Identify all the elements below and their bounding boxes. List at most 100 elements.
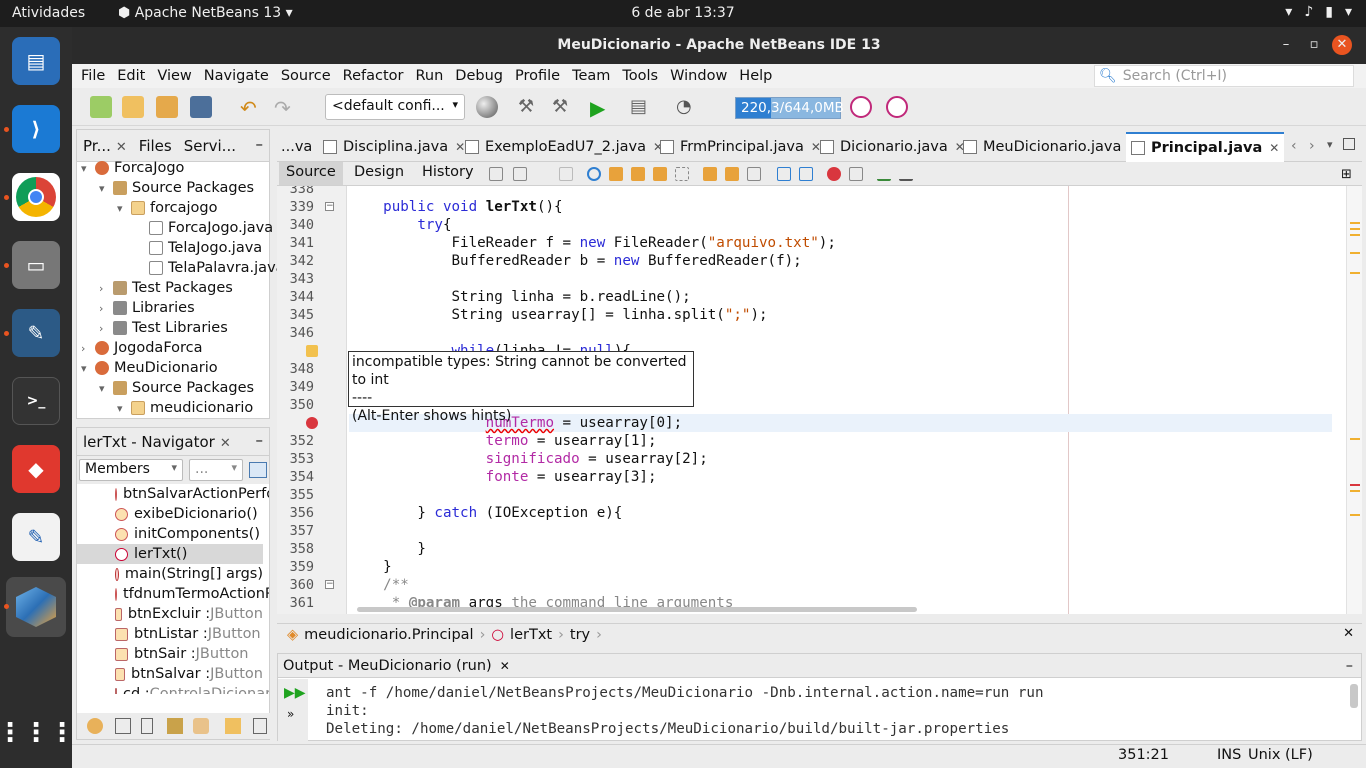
menu-source[interactable]: Source <box>275 68 337 84</box>
filter-nonpublic-icon[interactable] <box>141 718 153 734</box>
menu-debug[interactable]: Debug <box>449 68 509 84</box>
scroll-tabs-right-icon[interactable]: › <box>1309 138 1315 154</box>
list-item[interactable]: btnSalvar : JButton <box>77 664 263 684</box>
menu-file[interactable]: File <box>72 68 111 84</box>
filter-lock-icon[interactable] <box>167 718 183 734</box>
uncomment-icon[interactable] <box>899 167 913 181</box>
previous-bookmark-icon[interactable] <box>703 167 717 181</box>
open-project-icon[interactable] <box>156 96 178 118</box>
breadcrumb-item[interactable]: lerTxt <box>510 627 552 643</box>
tree-item[interactable]: ForcaJogo.java <box>149 218 273 238</box>
search-field[interactable]: 🔍︎ Search (Ctrl+I) <box>1094 65 1354 87</box>
tab-services[interactable]: Servi... <box>178 137 242 155</box>
undo-icon[interactable]: ↶ <box>240 96 262 120</box>
build-icon[interactable]: ⚒ <box>518 96 540 118</box>
list-item[interactable]: cd : ControlaDicionario <box>77 684 269 694</box>
tab-editor-file[interactable]: MeuDicionario.java✕ <box>963 132 1138 162</box>
members-select[interactable]: Members ▾ <box>79 459 183 481</box>
tab-files[interactable]: Files <box>133 137 178 155</box>
tree-item[interactable]: › Libraries <box>99 298 195 318</box>
tree-item[interactable]: ▾ forcajogo <box>117 198 217 218</box>
browser-icon[interactable] <box>476 96 498 118</box>
list-item[interactable]: btnSalvarActionPerformed <box>77 484 269 504</box>
files-icon[interactable]: ▭ <box>12 241 60 289</box>
next-bookmark-icon[interactable] <box>725 167 739 181</box>
tree-item[interactable]: ▾ meudicionario <box>117 398 253 418</box>
list-item[interactable]: initComponents() <box>77 524 263 544</box>
terminal-icon[interactable]: >_ <box>12 377 60 425</box>
find-icon[interactable] <box>587 167 601 181</box>
tab-navigator[interactable]: lerTxt - Navigator ✕ <box>77 433 237 451</box>
warning-mark[interactable] <box>1350 228 1360 230</box>
shift-right-icon[interactable] <box>799 167 813 181</box>
caret-position[interactable]: 351:21 <box>1118 747 1169 763</box>
rerun-icon[interactable]: ▶▶ <box>284 685 306 701</box>
close-icon[interactable]: ✕ <box>1343 626 1354 641</box>
fold-toggle-icon[interactable]: − <box>325 202 334 211</box>
app-menu[interactable]: ⬢ Apache NetBeans 13 ▾ <box>118 5 293 21</box>
warning-mark[interactable] <box>1350 490 1360 492</box>
sort-alpha-icon[interactable] <box>253 718 267 734</box>
tab-list-icon[interactable]: ▾ <box>1327 138 1333 151</box>
run-icon[interactable]: ▶ <box>590 96 612 120</box>
horizontal-scrollbar[interactable] <box>357 607 917 612</box>
warning-icon[interactable] <box>306 345 318 357</box>
tree-item[interactable]: TelaPalavra.java <box>149 258 285 278</box>
error-icon[interactable] <box>306 417 318 429</box>
warning-mark[interactable] <box>1350 222 1360 224</box>
title-bar[interactable]: MeuDicionario - Apache NetBeans IDE 13 –… <box>72 27 1366 64</box>
tab-editor-file[interactable]: FrmPrincipal.java ✕ <box>660 132 821 162</box>
start-macro-icon[interactable] <box>827 167 841 181</box>
design-view-button[interactable]: Design <box>347 162 411 185</box>
anydesk-icon[interactable]: ◆ <box>12 445 60 493</box>
clean-build-icon[interactable]: ⚒ <box>552 96 574 118</box>
list-item[interactable]: exibeDicionario() <box>77 504 263 524</box>
tree-item[interactable]: › Test Packages <box>99 278 233 298</box>
back-icon[interactable] <box>513 167 527 181</box>
tree-item[interactable]: › JogodaForca <box>81 338 203 358</box>
tree-item[interactable]: ▾ ForcaJogo <box>81 158 184 178</box>
tree-item[interactable]: ▾ Source Packages <box>99 178 254 198</box>
find-next-icon[interactable] <box>631 167 645 181</box>
scroll-tabs-left-icon[interactable]: ‹ <box>1291 138 1297 154</box>
new-file-icon[interactable] <box>90 96 112 118</box>
error-stripe[interactable] <box>1346 186 1362 614</box>
menu-refactor[interactable]: Refactor <box>337 68 410 84</box>
line-ending[interactable]: Unix (LF) <box>1248 747 1313 763</box>
configuration-select[interactable]: <default confi... ▾ <box>325 94 465 120</box>
output-tab[interactable]: Output - MeuDicionario (run) ✕ – <box>278 654 1361 678</box>
toggle-bookmark-icon[interactable] <box>747 167 761 181</box>
redo-icon[interactable]: ↷ <box>274 96 296 120</box>
tab-editor-principal[interactable]: Principal.java ✕ <box>1126 132 1285 162</box>
save-all-icon[interactable] <box>190 96 212 118</box>
more-actions-icon[interactable]: » <box>287 707 294 721</box>
last-edit-icon[interactable] <box>489 167 503 181</box>
minimize-panel-icon[interactable]: – <box>1346 658 1353 674</box>
breadcrumb-item[interactable]: try <box>570 627 590 643</box>
list-item[interactable]: tfdnumTermoActionPerformed <box>77 584 269 604</box>
close-icon[interactable]: ✕ <box>500 659 510 673</box>
history-view-button[interactable]: History <box>415 162 481 185</box>
clock[interactable]: 6 de abr 13:37 <box>631 5 734 21</box>
tree-item[interactable]: › Test Libraries <box>99 318 228 338</box>
close-icon[interactable]: ✕ <box>455 140 465 154</box>
text-editor-icon[interactable]: ✎ <box>12 513 60 561</box>
split-editor-icon[interactable]: ⊞ <box>1341 167 1355 182</box>
source-view-button[interactable]: Source <box>279 162 343 185</box>
menu-team[interactable]: Team <box>566 68 616 84</box>
profile-icon[interactable]: ◔ <box>676 96 698 118</box>
warning-mark[interactable] <box>1350 252 1360 254</box>
vertical-scrollbar[interactable] <box>1350 684 1358 708</box>
list-item[interactable]: lerTxt() <box>77 544 263 564</box>
tab-editor-file[interactable]: Disciplina.java ✕ <box>323 132 465 162</box>
close-icon[interactable]: ✕ <box>220 436 231 451</box>
filter-inherited-icon[interactable] <box>193 718 209 734</box>
menu-view[interactable]: View <box>151 68 197 84</box>
list-item[interactable]: main(String[] args) <box>77 564 263 584</box>
maximize-editor-icon[interactable] <box>1343 138 1355 150</box>
breadcrumb-item[interactable]: meudicionario.Principal <box>304 627 473 643</box>
find-previous-icon[interactable] <box>609 167 623 181</box>
shift-left-icon[interactable] <box>777 167 791 181</box>
sort-icon[interactable] <box>225 718 241 734</box>
maximize-button[interactable]: ▫ <box>1304 35 1324 55</box>
